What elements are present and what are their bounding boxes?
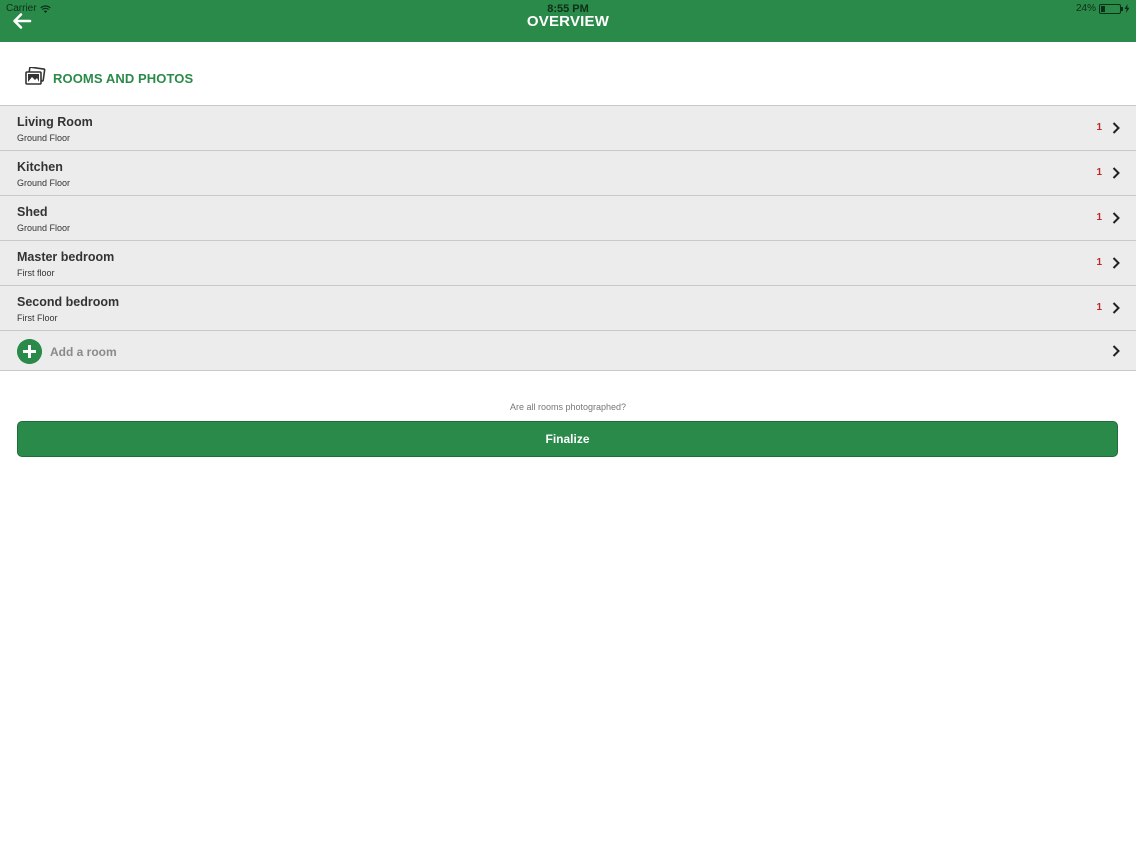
charging-bolt-icon bbox=[1124, 4, 1130, 13]
room-name: Kitchen bbox=[17, 160, 63, 174]
battery-icon bbox=[1099, 3, 1123, 14]
section-header: ROOMS AND PHOTOS bbox=[0, 42, 1136, 105]
finalize-question: Are all rooms photographed? bbox=[509, 402, 627, 412]
room-name: Master bedroom bbox=[17, 250, 115, 264]
room-floor: Ground Floor bbox=[17, 133, 71, 143]
photos-icon bbox=[25, 67, 46, 85]
room-floor: First Floor bbox=[17, 313, 58, 323]
list-item-room[interactable]: Second bedroom First Floor 1 bbox=[0, 286, 1136, 331]
list-item-room[interactable]: Shed Ground Floor 1 bbox=[0, 196, 1136, 241]
chevron-right-icon bbox=[1112, 122, 1120, 134]
page-title: OVERVIEW bbox=[526, 13, 610, 30]
finalize-button[interactable]: Finalize bbox=[17, 421, 1118, 457]
room-floor: Ground Floor bbox=[17, 178, 71, 188]
photo-count-badge: 1 bbox=[1096, 302, 1102, 313]
room-name: Living Room bbox=[17, 115, 93, 129]
list-item-room[interactable]: Kitchen Ground Floor 1 bbox=[0, 151, 1136, 196]
add-room-label: Add a room bbox=[50, 345, 117, 359]
room-name: Shed bbox=[17, 205, 48, 219]
room-list: Living Room Ground Floor 1 Kitchen Groun… bbox=[0, 105, 1136, 371]
room-floor: Ground Floor bbox=[17, 223, 71, 233]
chevron-right-icon bbox=[1112, 167, 1120, 179]
photo-count-badge: 1 bbox=[1096, 122, 1102, 133]
chevron-right-icon bbox=[1112, 257, 1120, 269]
room-floor: First floor bbox=[17, 268, 55, 278]
chevron-right-icon bbox=[1112, 212, 1120, 224]
plus-circle-icon bbox=[17, 339, 42, 364]
photo-count-badge: 1 bbox=[1096, 167, 1102, 178]
list-item-room[interactable]: Living Room Ground Floor 1 bbox=[0, 106, 1136, 151]
chevron-right-icon bbox=[1112, 345, 1120, 357]
room-name: Second bedroom bbox=[17, 295, 120, 309]
list-item-room[interactable]: Master bedroom First floor 1 bbox=[0, 241, 1136, 286]
add-room-button[interactable]: Add a room bbox=[0, 331, 1136, 371]
navigation-bar: Carrier 8:55 PM 24% OVERVIEW bbox=[0, 0, 1136, 42]
chevron-right-icon bbox=[1112, 302, 1120, 314]
photo-count-badge: 1 bbox=[1096, 212, 1102, 223]
photo-count-badge: 1 bbox=[1096, 257, 1102, 268]
section-title: ROOMS AND PHOTOS bbox=[53, 71, 194, 86]
